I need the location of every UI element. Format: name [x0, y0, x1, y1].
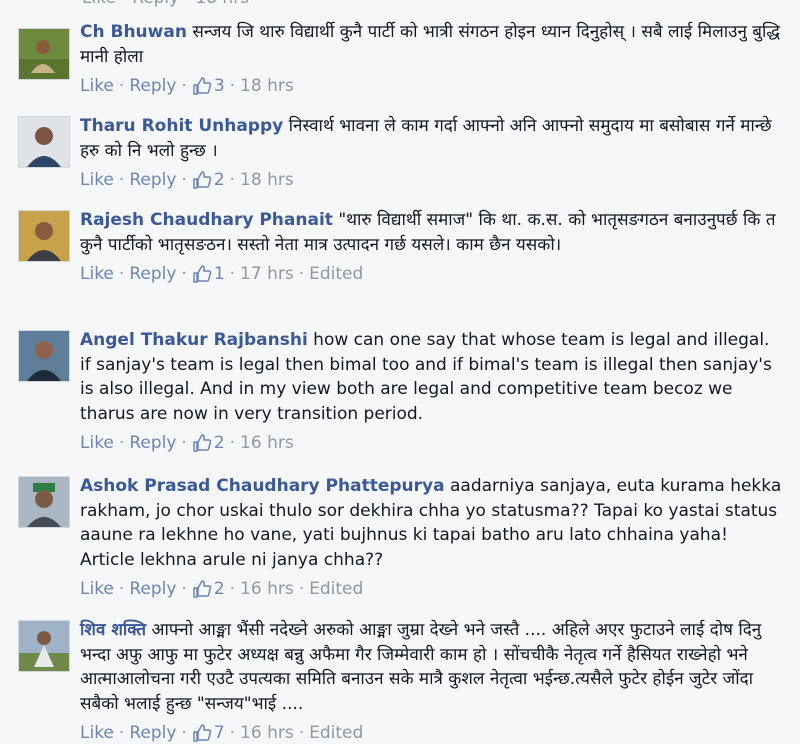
comment-author[interactable]: Tharu Rohit Unhappy	[80, 116, 283, 136]
avatar[interactable]	[18, 210, 70, 262]
avatar[interactable]	[18, 28, 70, 80]
comment-actions: Like · Reply · 1 · 17 hrs · Edited	[80, 264, 364, 284]
reply-button[interactable]: Reply	[129, 76, 176, 96]
like-button[interactable]: Like	[80, 264, 114, 284]
comment-timestamp[interactable]: 16 hrs	[240, 579, 294, 599]
person-outdoor-avatar-icon	[19, 29, 69, 79]
person-portrait-avatar-icon	[19, 211, 69, 261]
comment-timestamp[interactable]: 16 hrs	[240, 433, 294, 453]
comment-actions: Like · Reply · 2 · 18 hrs	[80, 170, 294, 190]
comment-actions: Like · Reply · 2 · 16 hrs	[80, 433, 294, 453]
person-cap-avatar-icon	[19, 477, 69, 527]
like-count[interactable]: 7	[214, 723, 225, 743]
reply-button[interactable]: Reply	[129, 433, 176, 453]
avatar[interactable]	[18, 330, 70, 382]
comment-timestamp[interactable]: 16 hrs	[240, 723, 294, 743]
reply-button[interactable]: Reply	[129, 723, 176, 743]
thumbs-up-icon	[192, 170, 212, 190]
comment-author[interactable]: Angel Thakur Rajbanshi	[80, 330, 308, 350]
comment-actions: Like · Reply · 7 · 16 hrs · Edited	[80, 723, 364, 743]
comment-timestamp[interactable]: 18 hrs	[240, 76, 294, 96]
like-button[interactable]: Like	[80, 723, 114, 743]
comment-author[interactable]: Ashok Prasad Chaudhary Phattepurya	[80, 476, 445, 496]
avatar[interactable]	[18, 620, 70, 672]
like-button[interactable]: Like	[80, 579, 114, 599]
comment-text: आफ्नो आङ्मा भैंसी नदेख्ने अरुको आङ्मा जु…	[80, 620, 762, 714]
thumbs-up-icon	[192, 433, 212, 453]
like-count[interactable]: 1	[214, 264, 225, 284]
reply-button[interactable]: Reply	[129, 579, 176, 599]
person-portrait-avatar-icon	[19, 117, 69, 167]
like-button[interactable]: Like	[80, 433, 114, 453]
person-outdoor-avatar-icon	[19, 621, 69, 671]
comment-author[interactable]: शिव शक्ति	[80, 620, 146, 640]
comment-timestamp[interactable]: 18 hrs	[240, 170, 294, 190]
like-button[interactable]: Like	[80, 170, 114, 190]
person-portrait-avatar-icon	[19, 331, 69, 381]
edited-label[interactable]: Edited	[309, 264, 363, 284]
comment-timestamp[interactable]: 17 hrs	[240, 264, 294, 284]
thumbs-up-icon	[192, 76, 212, 96]
edited-label[interactable]: Edited	[309, 579, 363, 599]
previous-comment-actions: Like · Reply · 18 hrs	[82, 0, 249, 8]
thumbs-up-icon	[192, 264, 212, 284]
edited-label[interactable]: Edited	[309, 723, 363, 743]
like-count[interactable]: 2	[214, 170, 225, 190]
avatar[interactable]	[18, 116, 70, 168]
reply-button[interactable]: Reply	[129, 170, 176, 190]
comment-author[interactable]: Rajesh Chaudhary Phanait	[80, 210, 333, 230]
thumbs-up-icon	[192, 723, 212, 743]
like-button[interactable]: Like	[80, 76, 114, 96]
comment-author[interactable]: Ch Bhuwan	[80, 22, 187, 42]
like-count[interactable]: 3	[214, 76, 225, 96]
like-count[interactable]: 2	[214, 579, 225, 599]
avatar[interactable]	[18, 476, 70, 528]
reply-button[interactable]: Reply	[129, 264, 176, 284]
thumbs-up-icon	[192, 579, 212, 599]
comment-actions: Like · Reply · 3 · 18 hrs	[80, 76, 294, 96]
comment-actions: Like · Reply · 2 · 16 hrs · Edited	[80, 579, 364, 599]
like-count[interactable]: 2	[214, 433, 225, 453]
